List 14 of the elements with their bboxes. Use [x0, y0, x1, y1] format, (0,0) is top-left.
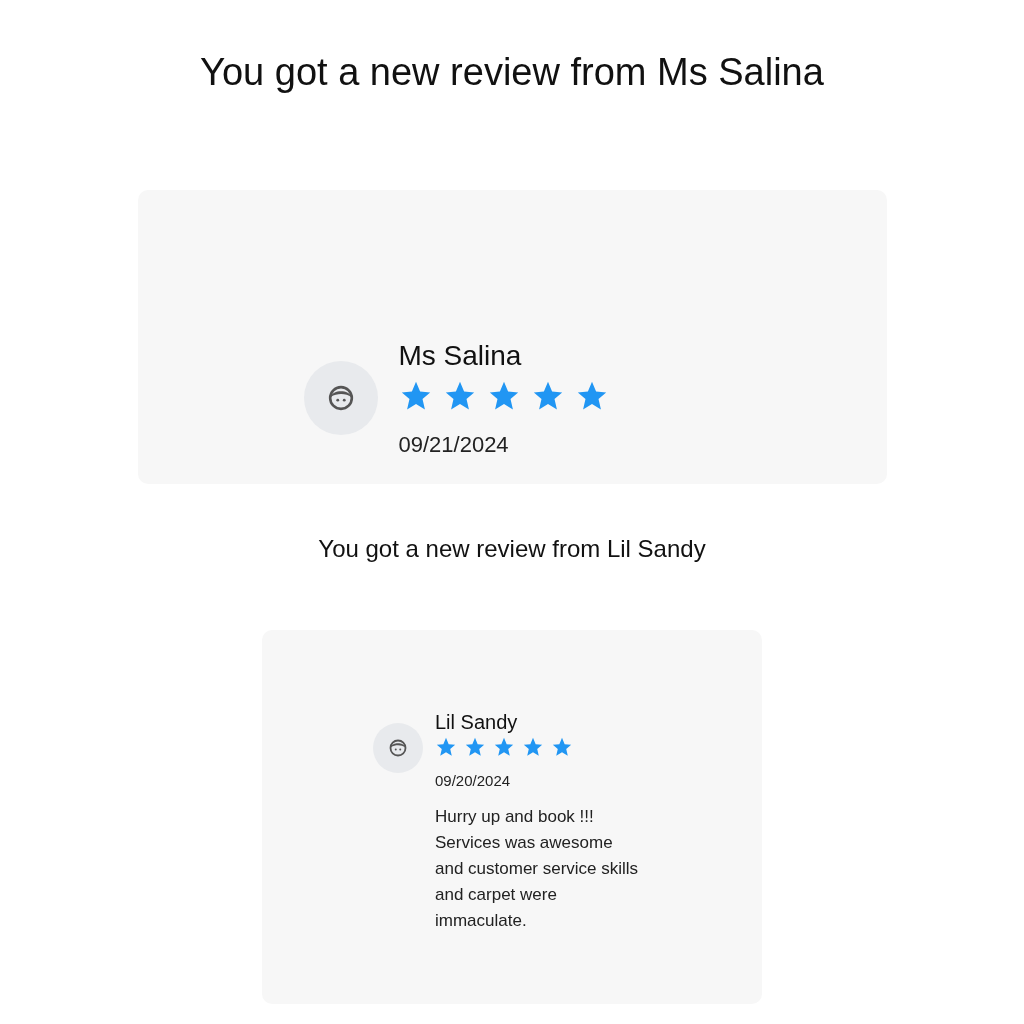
- star-icon: [551, 736, 573, 758]
- star-icon: [464, 736, 486, 758]
- reviewer-name: Ms Salina: [398, 338, 523, 373]
- review-date: 09/21/2024: [398, 431, 510, 458]
- notification-heading: You got a new review from Ms Salina: [200, 50, 824, 95]
- notification-heading: You got a new review from Lil Sandy: [318, 534, 706, 564]
- face-icon: [327, 385, 354, 411]
- star-icon: [435, 736, 457, 758]
- star-icon: [522, 736, 544, 758]
- review-text: Hurry up and book !!! Services was awesome and customer service skills and carpet were immaculate.: [435, 806, 640, 932]
- face-icon: [389, 739, 407, 757]
- review-date: 09/20/2024: [435, 772, 512, 790]
- star-icon: [493, 736, 515, 758]
- reviewer-name: Lil Sandy: [435, 710, 519, 734]
